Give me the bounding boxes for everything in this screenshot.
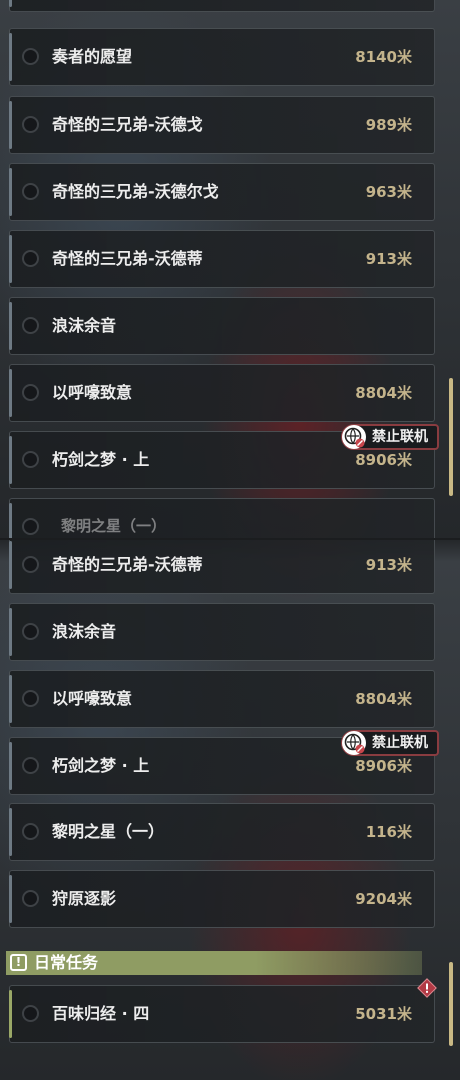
quest-name: 黎明之星（一） <box>52 822 165 841</box>
daily-quest-row[interactable]: 百味归经 · 四 5031米 <box>9 985 435 1043</box>
track-circle-icon[interactable] <box>22 116 39 133</box>
multiplayer-disabled-badge: 禁止联机 <box>341 424 439 450</box>
quest-name: 浪沫余音 <box>52 316 117 335</box>
quest-name: 奇怪的三兄弟-沃德蒂 <box>52 555 203 574</box>
quest-name: 朽剑之梦 · 上 <box>52 450 150 469</box>
track-circle-icon[interactable] <box>22 890 39 907</box>
section-title: 日常任务 <box>34 953 99 972</box>
quest-name: 以呼嚎致意 <box>52 689 133 708</box>
quest-distance: 5031米 <box>355 1005 412 1023</box>
quest-distance: 913米 <box>365 556 412 574</box>
quest-row[interactable]: 奇怪的三兄弟-沃德蒂 913米 <box>9 540 435 594</box>
quest-name: 以呼嚎致意 <box>52 383 133 402</box>
quest-distance: 8140米 <box>355 48 412 66</box>
daily-quest-section-header: ! 日常任务 <box>6 951 422 975</box>
quest-distance: 116米 <box>365 823 412 841</box>
quest-name: 浪沫余音 <box>52 622 117 641</box>
track-circle-icon[interactable] <box>22 757 39 774</box>
quest-row[interactable]: 黎明之星（一） 116米 <box>9 803 435 861</box>
scrollbar-thumb[interactable] <box>449 378 453 496</box>
track-circle-icon[interactable] <box>22 451 39 468</box>
track-circle-icon[interactable] <box>22 384 39 401</box>
quest-row-cut-bottom[interactable]: 黎明之星（一） <box>9 498 435 538</box>
quest-distance: 9204米 <box>355 890 412 908</box>
scrollbar-thumb[interactable] <box>449 962 453 1046</box>
quest-list-top[interactable]: 奏者的愿望 8140米 奇怪的三兄弟-沃德戈 989米 奇怪的三兄弟-沃德尔戈 … <box>0 0 460 538</box>
exclamation-icon: ! <box>10 954 27 971</box>
quest-row[interactable]: 以呼嚎致意 8804米 <box>9 670 435 728</box>
quest-name: 狩原逐影 <box>52 889 117 908</box>
quest-distance: 989米 <box>365 116 412 134</box>
quest-row-cut-top <box>9 0 435 12</box>
quest-name: 奇怪的三兄弟-沃德蒂 <box>52 249 203 268</box>
track-circle-icon[interactable] <box>22 48 39 65</box>
track-circle-icon[interactable] <box>22 317 39 334</box>
quest-name: 奇怪的三兄弟-沃德尔戈 <box>52 182 219 201</box>
track-circle-icon[interactable] <box>22 823 39 840</box>
track-circle-icon[interactable] <box>22 623 39 640</box>
quest-distance: 8804米 <box>355 690 412 708</box>
track-circle-icon[interactable] <box>22 1005 39 1022</box>
track-circle-icon[interactable] <box>22 183 39 200</box>
quest-row[interactable]: 浪沫余音 <box>9 603 435 661</box>
quest-name: 黎明之星（一） <box>61 517 167 535</box>
badge-label: 禁止联机 <box>372 429 428 445</box>
track-circle-icon[interactable] <box>22 250 39 267</box>
quest-distance: 963米 <box>365 183 412 201</box>
track-circle-icon[interactable] <box>22 556 39 573</box>
quest-name: 百味归经 · 四 <box>52 1004 150 1023</box>
track-circle-icon[interactable] <box>22 518 39 535</box>
quest-row[interactable]: 以呼嚎致意 8804米 <box>9 364 435 422</box>
quest-distance: 8804米 <box>355 384 412 402</box>
quest-row[interactable]: 奇怪的三兄弟-沃德尔戈 963米 <box>9 163 435 221</box>
quest-distance: 913米 <box>365 250 412 268</box>
no-coop-icon <box>342 731 366 755</box>
quest-row[interactable]: 奇怪的三兄弟-沃德戈 989米 <box>9 96 435 154</box>
alert-diamond-icon <box>417 978 437 998</box>
no-coop-icon <box>342 425 366 449</box>
quest-name: 奏者的愿望 <box>52 47 133 66</box>
quest-row[interactable]: 狩原逐影 9204米 <box>9 870 435 928</box>
quest-row[interactable]: 奏者的愿望 8140米 <box>9 28 435 86</box>
quest-name: 朽剑之梦 · 上 <box>52 756 150 775</box>
quest-row[interactable]: 奇怪的三兄弟-沃德蒂 913米 <box>9 230 435 288</box>
quest-row[interactable]: 浪沫余音 <box>9 297 435 355</box>
badge-label: 禁止联机 <box>372 735 428 751</box>
track-circle-icon[interactable] <box>22 690 39 707</box>
quest-name: 奇怪的三兄弟-沃德戈 <box>52 115 203 134</box>
multiplayer-disabled-badge: 禁止联机 <box>341 730 439 756</box>
